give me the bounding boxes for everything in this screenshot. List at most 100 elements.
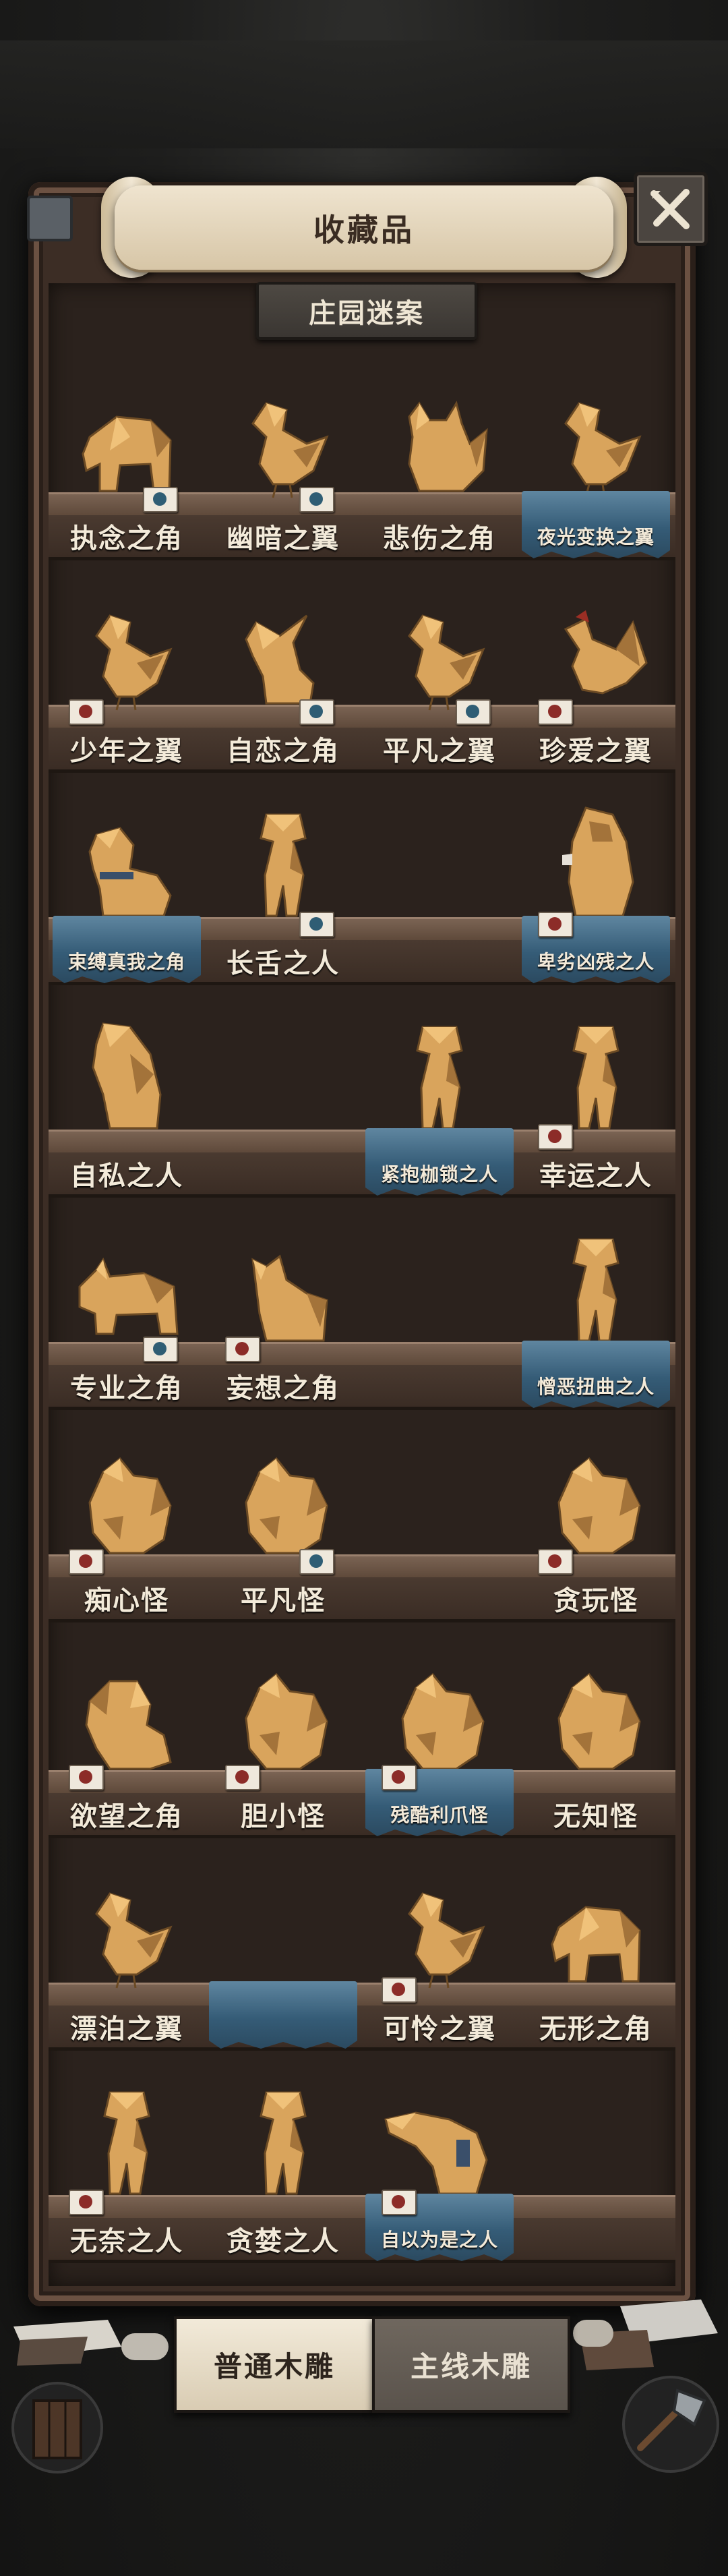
ceiling-beam bbox=[0, 40, 728, 148]
tab-label: 普通木雕 bbox=[213, 2350, 335, 2383]
blue-tag-icon bbox=[299, 487, 334, 513]
carving-name: 无奈之人 bbox=[70, 2225, 183, 2257]
shelf-slot[interactable]: 自私之人 bbox=[49, 1152, 205, 1194]
left-deco-scraps bbox=[7, 2306, 175, 2367]
door-icon[interactable] bbox=[10, 2380, 104, 2475]
shelf-slot[interactable] bbox=[205, 1152, 361, 1194]
red-tag-icon bbox=[538, 699, 573, 725]
carving-name: 自以为是之人 bbox=[380, 2229, 498, 2251]
carving-name: 贪婪之人 bbox=[226, 2225, 340, 2257]
elephant-carving[interactable] bbox=[539, 1880, 653, 1997]
blue-tag-icon bbox=[299, 1549, 334, 1575]
carving-name: 少年之翼 bbox=[70, 735, 183, 767]
carving-name: 执念之角 bbox=[70, 523, 183, 554]
carving-name: 幽暗之翼 bbox=[226, 523, 340, 554]
shelf-slot[interactable]: 执念之角 bbox=[49, 515, 205, 557]
shelf-row: 痴心怪 平凡怪 贪玩怪 bbox=[49, 1457, 675, 1622]
person-carving[interactable] bbox=[539, 1226, 653, 1357]
shelf-slot[interactable]: 平凡怪 bbox=[205, 1577, 361, 1619]
shelf-row: 无奈之人 贪婪之人 自以为是之人 bbox=[49, 2091, 675, 2263]
shelf-slot[interactable]: 痴心怪 bbox=[49, 1577, 205, 1619]
shelf-slot[interactable]: 长舌之人 bbox=[205, 940, 361, 982]
shelf-slot[interactable] bbox=[361, 1577, 518, 1619]
carving-name: 无形之角 bbox=[539, 2013, 653, 2045]
display-cloth bbox=[209, 1981, 357, 2049]
bird-carving[interactable] bbox=[539, 390, 653, 507]
shelf-slot[interactable]: 平凡之翼 bbox=[361, 728, 518, 769]
close-button[interactable] bbox=[634, 172, 708, 246]
shelf-slot[interactable]: 无奈之人 bbox=[49, 2218, 205, 2260]
shelf-slot[interactable]: 贪婪之人 bbox=[205, 2218, 361, 2260]
red-tag-icon bbox=[382, 1977, 417, 2003]
shelf-slot[interactable] bbox=[518, 2218, 674, 2260]
red-tag-icon bbox=[382, 1765, 417, 1790]
carving-name: 悲伤之角 bbox=[383, 523, 496, 554]
carving-name: 平凡之翼 bbox=[383, 735, 496, 767]
red-tag-icon bbox=[538, 1124, 573, 1150]
carving-name: 痴心怪 bbox=[84, 1585, 169, 1616]
red-tag-icon bbox=[225, 1765, 260, 1790]
shelf-slot[interactable]: 少年之翼 bbox=[49, 728, 205, 769]
shelf-slot[interactable]: 夜光变换之翼 bbox=[518, 491, 674, 558]
title-scroll: 收藏品 bbox=[115, 185, 613, 270]
person-carving[interactable] bbox=[226, 2079, 340, 2210]
tab-main-carvings[interactable]: 主线木雕 bbox=[372, 2316, 570, 2413]
dog-carving[interactable] bbox=[69, 815, 184, 932]
person-carving[interactable] bbox=[382, 1014, 497, 1144]
shelf-slot[interactable] bbox=[205, 1981, 361, 2049]
shelf-slot[interactable]: 幽暗之翼 bbox=[205, 515, 361, 557]
shelf-row: 专业之角 妄想之角 憎恶扭曲之人 bbox=[49, 1238, 675, 1410]
tab-normal-carvings[interactable]: 普通木雕 bbox=[174, 2316, 375, 2413]
shelf-slot[interactable]: 妄想之角 bbox=[205, 1365, 361, 1407]
shelf-slot[interactable]: 自恋之角 bbox=[205, 728, 361, 769]
page-title: 收藏品 bbox=[313, 211, 415, 248]
blue-tag-icon bbox=[143, 487, 178, 513]
carving-name: 平凡怪 bbox=[241, 1585, 326, 1616]
shelf-slot[interactable]: 胆小怪 bbox=[205, 1793, 361, 1835]
carving-name: 无知怪 bbox=[553, 1801, 638, 1832]
shelf-row: 执念之角 幽暗之翼 悲伤之角 夜光变换之翼 bbox=[49, 401, 675, 560]
red-tag-icon bbox=[538, 1549, 573, 1575]
carving-name: 束缚真我之角 bbox=[67, 951, 185, 973]
shelf-slot[interactable]: 幸运之人 bbox=[518, 1152, 674, 1194]
red-tag-icon bbox=[538, 912, 573, 937]
carving-name: 憎恶扭曲之人 bbox=[537, 1376, 655, 1398]
shelf-slot[interactable]: 悲伤之角 bbox=[361, 515, 518, 557]
carving-name: 卑劣凶残之人 bbox=[537, 951, 655, 973]
carving-name: 胆小怪 bbox=[241, 1801, 326, 1832]
shelf-slot[interactable]: 专业之角 bbox=[49, 1365, 205, 1407]
carving-name: 紧抱枷锁之人 bbox=[380, 1163, 498, 1185]
hunched-person-carving[interactable] bbox=[69, 1014, 184, 1144]
shelf-slot[interactable]: 漂泊之翼 bbox=[49, 2006, 205, 2047]
shelf-slot[interactable]: 紧抱枷锁之人 bbox=[361, 1128, 518, 1196]
carving-name: 夜光变换之翼 bbox=[537, 526, 655, 548]
carving-name: 自私之人 bbox=[70, 1160, 183, 1192]
shelf-slot[interactable]: 残酷利爪怪 bbox=[361, 1769, 518, 1836]
bird-carving[interactable] bbox=[69, 1880, 184, 1997]
shelf-slot[interactable] bbox=[361, 940, 518, 982]
shelf-slot[interactable] bbox=[361, 1365, 518, 1407]
cabinet-corner-cap bbox=[27, 196, 73, 241]
carving-name: 专业之角 bbox=[70, 1372, 183, 1404]
shelf-slot[interactable]: 欲望之角 bbox=[49, 1793, 205, 1835]
shelf-row: 欲望之角 胆小怪 残酷利爪怪 无知怪 bbox=[49, 1672, 675, 1838]
carving-name: 欲望之角 bbox=[70, 1801, 183, 1832]
shelf-slot[interactable]: 束缚真我之角 bbox=[49, 916, 205, 983]
fox-carving[interactable] bbox=[382, 390, 497, 507]
shelf-row: 束缚真我之角 长舌之人 卑劣凶残之人 bbox=[49, 807, 675, 985]
shelf-slot[interactable]: 卑劣凶残之人 bbox=[518, 916, 674, 983]
red-tag-icon bbox=[69, 699, 104, 725]
shelf-slot[interactable]: 贪玩怪 bbox=[518, 1577, 674, 1619]
carving-name: 自恋之角 bbox=[226, 735, 340, 767]
shelf-slot[interactable]: 憎恶扭曲之人 bbox=[518, 1341, 674, 1408]
axe-icon[interactable] bbox=[620, 2374, 721, 2475]
shelf-slot[interactable]: 珍爱之翼 bbox=[518, 728, 674, 769]
shelf-row: 少年之翼 自恋之角 平凡之翼 珍爱之翼 bbox=[49, 610, 675, 773]
monster-carving[interactable] bbox=[539, 1668, 653, 1785]
shelf-slot[interactable]: 可怜之翼 bbox=[361, 2006, 518, 2047]
shelf-row: 漂泊之翼 可怜之翼 无形之角 bbox=[49, 1892, 675, 2051]
shelf-slot[interactable]: 无形之角 bbox=[518, 2006, 674, 2047]
shelf-slot[interactable]: 无知怪 bbox=[518, 1793, 674, 1835]
shelf-slot[interactable]: 自以为是之人 bbox=[361, 2194, 518, 2261]
red-tag-icon bbox=[382, 2190, 417, 2215]
